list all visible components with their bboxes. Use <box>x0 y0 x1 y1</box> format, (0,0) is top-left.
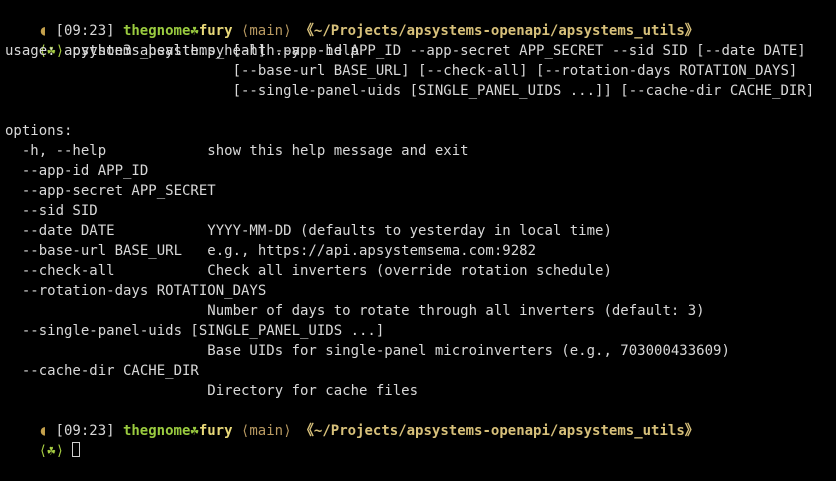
output-line: --single-panel-uids [SINGLE_PANEL_UIDS .… <box>5 323 385 339</box>
terminal-window[interactable]: ◖ [09:23] thegnome☘fury ⟨main⟩ 《~/Projects/a… <box>0 0 836 459</box>
prompt-user: thegnome <box>122 423 191 439</box>
output-line: -h, --help show this help message and ex… <box>5 143 469 159</box>
text-cursor <box>72 442 81 457</box>
prompt-host: fury <box>198 23 233 39</box>
output-line: Base UIDs for single-panel microinverter… <box>5 343 730 359</box>
prompt-user: thegnome <box>122 23 191 39</box>
prompt-symbol: ⟨☘⟩ <box>38 443 65 459</box>
clock-icon: ◖ <box>38 423 48 439</box>
output-line: options: <box>5 123 73 139</box>
prompt-host: fury <box>198 423 233 439</box>
output-line: --app-secret APP_SECRET <box>5 183 216 199</box>
output-line: [--single-panel-uids [SINGLE_PANEL_UIDS … <box>5 83 815 99</box>
shamrock-icon: ☘ <box>190 423 199 439</box>
git-branch: ⟨main⟩ <box>240 423 292 439</box>
output-line: [--base-url BASE_URL] [--check-all] [--r… <box>5 63 798 79</box>
output-line: Directory for cache files <box>5 383 419 399</box>
output-line: --sid SID <box>5 203 98 219</box>
shamrock-icon: ☘ <box>190 23 199 39</box>
output-line: --cache-dir CACHE_DIR <box>5 363 199 379</box>
output-line: --rotation-days ROTATION_DAYS <box>5 283 267 299</box>
git-branch: ⟨main⟩ <box>240 23 292 39</box>
prompt-line-2: ◖ [09:23] thegnome☘fury ⟨main⟩ 《~/Projects/a… <box>5 401 836 439</box>
prompt-time: [09:23] <box>55 423 115 439</box>
output-line: --base-url BASE_URL e.g., https://api.ap… <box>5 243 537 259</box>
clock-icon: ◖ <box>38 23 48 39</box>
working-directory: 《~/Projects/apsystems-openapi/apsystems_… <box>299 23 699 39</box>
prompt-line-1: ◖ [09:23] thegnome☘fury ⟨main⟩ 《~/Projects/a… <box>5 1 836 39</box>
prompt-time: [09:23] <box>55 23 115 39</box>
output-line: Number of days to rotate through all inv… <box>5 303 705 319</box>
working-directory: 《~/Projects/apsystems-openapi/apsystems_… <box>299 423 699 439</box>
output-line: --date DATE YYYY-MM-DD (defaults to yest… <box>5 223 612 239</box>
output-line: usage: apsystems_health.py [-h] --app-id… <box>5 43 806 59</box>
output-line: --app-id APP_ID <box>5 163 149 179</box>
output-line: --check-all Check all inverters (overrid… <box>5 263 612 279</box>
